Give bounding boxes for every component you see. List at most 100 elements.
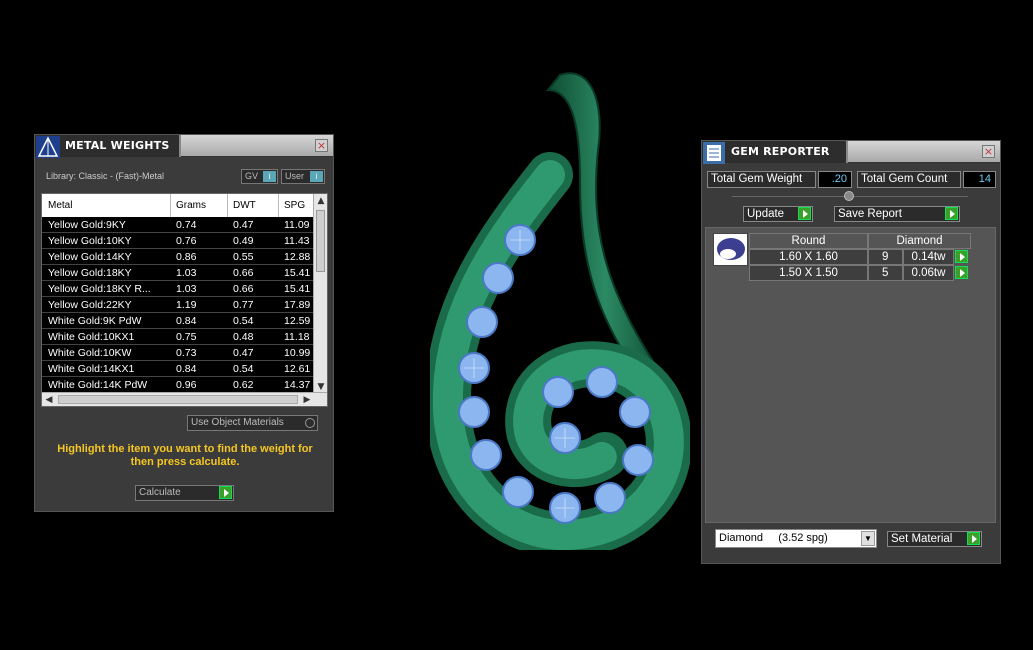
round-gem-icon[interactable] bbox=[713, 233, 748, 266]
scroll-left-icon[interactable]: ◀ bbox=[42, 393, 56, 406]
metal-table-vertical-scrollbar[interactable]: ▲ ▼ bbox=[313, 194, 327, 394]
gem-reporter-logo-icon bbox=[703, 142, 725, 164]
grams-cell: 0.73 bbox=[176, 347, 197, 359]
save-report-label: Save Report bbox=[838, 208, 902, 220]
material-select-value: Diamond (3.52 spg) bbox=[719, 532, 828, 544]
dwt-cell: 0.47 bbox=[233, 219, 254, 231]
gem-reporter-tab: GEM REPORTER bbox=[702, 141, 848, 164]
metal-name-cell: Yellow Gold:18KY bbox=[48, 267, 132, 279]
gem-reporter-titlebar[interactable]: GEM REPORTER × bbox=[702, 141, 1000, 164]
gem-list-area[interactable]: Round Diamond 1.60 X 1.60 9 0.14tw 1.50 … bbox=[705, 227, 996, 523]
metal-name-cell: Yellow Gold:22KY bbox=[48, 299, 132, 311]
metal-weights-logo-icon bbox=[36, 136, 60, 158]
grams-cell: 1.03 bbox=[176, 267, 197, 279]
divider-handle-icon[interactable] bbox=[844, 191, 854, 201]
gem-reporter-close-button[interactable]: × bbox=[982, 145, 995, 158]
table-row[interactable]: White Gold:14K PdW 0.96 0.62 14.37 bbox=[42, 377, 315, 393]
table-row[interactable]: Yellow Gold:22KY 1.19 0.77 17.89 bbox=[42, 297, 315, 313]
total-gem-weight-label: Total Gem Weight bbox=[707, 171, 816, 188]
metal-table-header: Metal Grams DWT SPG bbox=[42, 194, 315, 217]
scroll-up-icon[interactable]: ▲ bbox=[314, 194, 327, 208]
metal-name-cell: White Gold:14KX1 bbox=[48, 363, 135, 375]
gv-toggle[interactable]: GV i bbox=[241, 169, 278, 184]
library-label: Library: Classic - (Fast)-Metal bbox=[46, 171, 165, 181]
set-material-button[interactable]: Set Material bbox=[887, 531, 982, 547]
calculate-hint-text: Highlight the item you want to find the … bbox=[57, 443, 313, 468]
metal-name-cell: Yellow Gold:14KY bbox=[48, 251, 132, 263]
metal-name-cell: White Gold:14K PdW bbox=[48, 379, 148, 391]
save-report-button[interactable]: Save Report bbox=[834, 206, 960, 222]
grams-cell: 0.75 bbox=[176, 331, 197, 343]
use-object-materials-label: Use Object Materials bbox=[191, 417, 284, 428]
table-row[interactable]: Yellow Gold:9KY 0.74 0.47 11.09 bbox=[42, 217, 315, 233]
col-header-metal[interactable]: Metal bbox=[48, 200, 72, 211]
user-toggle-label: User bbox=[285, 171, 305, 181]
set-material-label: Set Material bbox=[891, 533, 953, 545]
grams-cell: 0.96 bbox=[176, 379, 197, 391]
use-object-materials-icon bbox=[305, 418, 315, 428]
set-material-go-icon bbox=[967, 532, 980, 545]
calculate-go-icon bbox=[219, 486, 232, 499]
col-header-dwt[interactable]: DWT bbox=[233, 200, 256, 211]
chevron-down-icon[interactable]: ▼ bbox=[861, 531, 875, 546]
gem-row-weight: 0.14tw bbox=[903, 249, 954, 265]
col-header-grams[interactable]: Grams bbox=[176, 200, 206, 211]
total-gem-count-value: 14 bbox=[963, 171, 996, 188]
table-row[interactable]: White Gold:10KW 0.73 0.47 10.99 bbox=[42, 345, 315, 361]
gv-toggle-indicator: i bbox=[263, 171, 276, 182]
user-toggle[interactable]: User i bbox=[281, 169, 325, 184]
gem-row-weight: 0.06tw bbox=[903, 265, 954, 281]
table-row[interactable]: White Gold:9K PdW 0.84 0.54 12.59 bbox=[42, 313, 315, 329]
use-object-materials-toggle[interactable]: Use Object Materials bbox=[187, 415, 318, 431]
horizontal-scroll-thumb[interactable] bbox=[58, 395, 298, 404]
gem-row-size: 1.50 X 1.50 bbox=[749, 265, 868, 281]
gem-row-go-icon[interactable] bbox=[955, 266, 968, 279]
metal-name-cell: White Gold:10KX1 bbox=[48, 331, 135, 343]
material-select[interactable]: Diamond (3.52 spg) ▼ bbox=[715, 529, 877, 548]
metal-table-horizontal-scrollbar[interactable]: ◀ ▶ bbox=[42, 392, 327, 406]
divider-handle[interactable] bbox=[732, 191, 968, 201]
dwt-cell: 0.49 bbox=[233, 235, 254, 247]
table-row[interactable]: Yellow Gold:10KY 0.76 0.49 11.43 bbox=[42, 233, 315, 249]
update-label: Update bbox=[747, 208, 785, 220]
table-row[interactable]: Yellow Gold:14KY 0.86 0.55 12.88 bbox=[42, 249, 315, 265]
table-row[interactable]: Yellow Gold:18KY R... 1.03 0.66 15.41 bbox=[42, 281, 315, 297]
dwt-cell: 0.48 bbox=[233, 331, 254, 343]
grams-cell: 0.76 bbox=[176, 235, 197, 247]
metal-name-cell: Yellow Gold:9KY bbox=[48, 219, 126, 231]
metal-weights-titlebar[interactable]: METAL WEIGHTS × bbox=[35, 135, 333, 158]
gem-reporter-title: GEM REPORTER bbox=[731, 145, 830, 158]
total-gem-weight-value: .20 bbox=[818, 171, 852, 188]
dwt-cell: 0.54 bbox=[233, 315, 254, 327]
gem-row-go-icon[interactable] bbox=[955, 250, 968, 263]
metal-weights-table[interactable]: Metal Grams DWT SPG Yellow Gold:9KY 0.74 0… bbox=[41, 193, 328, 407]
total-gem-count-label: Total Gem Count bbox=[857, 171, 961, 188]
vertical-scroll-thumb[interactable] bbox=[316, 210, 325, 272]
gem-shape-header: Round bbox=[749, 233, 868, 249]
metal-weights-title: METAL WEIGHTS bbox=[65, 139, 170, 152]
grams-cell: 0.84 bbox=[176, 363, 197, 375]
gv-toggle-label: GV bbox=[245, 171, 259, 181]
save-report-go-icon bbox=[945, 207, 958, 220]
update-button[interactable]: Update bbox=[743, 206, 813, 222]
gem-row-count: 5 bbox=[868, 265, 903, 281]
table-row[interactable]: White Gold:10KX1 0.75 0.48 11.18 bbox=[42, 329, 315, 345]
table-row[interactable]: White Gold:14KX1 0.84 0.54 12.61 bbox=[42, 361, 315, 377]
grams-cell: 0.84 bbox=[176, 315, 197, 327]
update-go-icon bbox=[798, 207, 811, 220]
grams-cell: 1.03 bbox=[176, 283, 197, 295]
grams-cell: 0.74 bbox=[176, 219, 197, 231]
scroll-right-icon[interactable]: ▶ bbox=[300, 393, 314, 406]
dwt-cell: 0.55 bbox=[233, 251, 254, 263]
dwt-cell: 0.66 bbox=[233, 283, 254, 295]
calculate-button[interactable]: Calculate bbox=[135, 485, 234, 501]
dwt-cell: 0.66 bbox=[233, 267, 254, 279]
pendant-3d-model[interactable] bbox=[430, 60, 690, 550]
metal-weights-close-button[interactable]: × bbox=[315, 139, 328, 152]
user-toggle-indicator: i bbox=[310, 171, 323, 182]
table-row[interactable]: Yellow Gold:18KY 1.03 0.66 15.41 bbox=[42, 265, 315, 281]
metal-weights-panel: METAL WEIGHTS × Library: Classic - (Fast… bbox=[34, 134, 334, 512]
metal-name-cell: White Gold:9K PdW bbox=[48, 315, 142, 327]
dwt-cell: 0.77 bbox=[233, 299, 254, 311]
col-header-spg[interactable]: SPG bbox=[284, 200, 305, 211]
